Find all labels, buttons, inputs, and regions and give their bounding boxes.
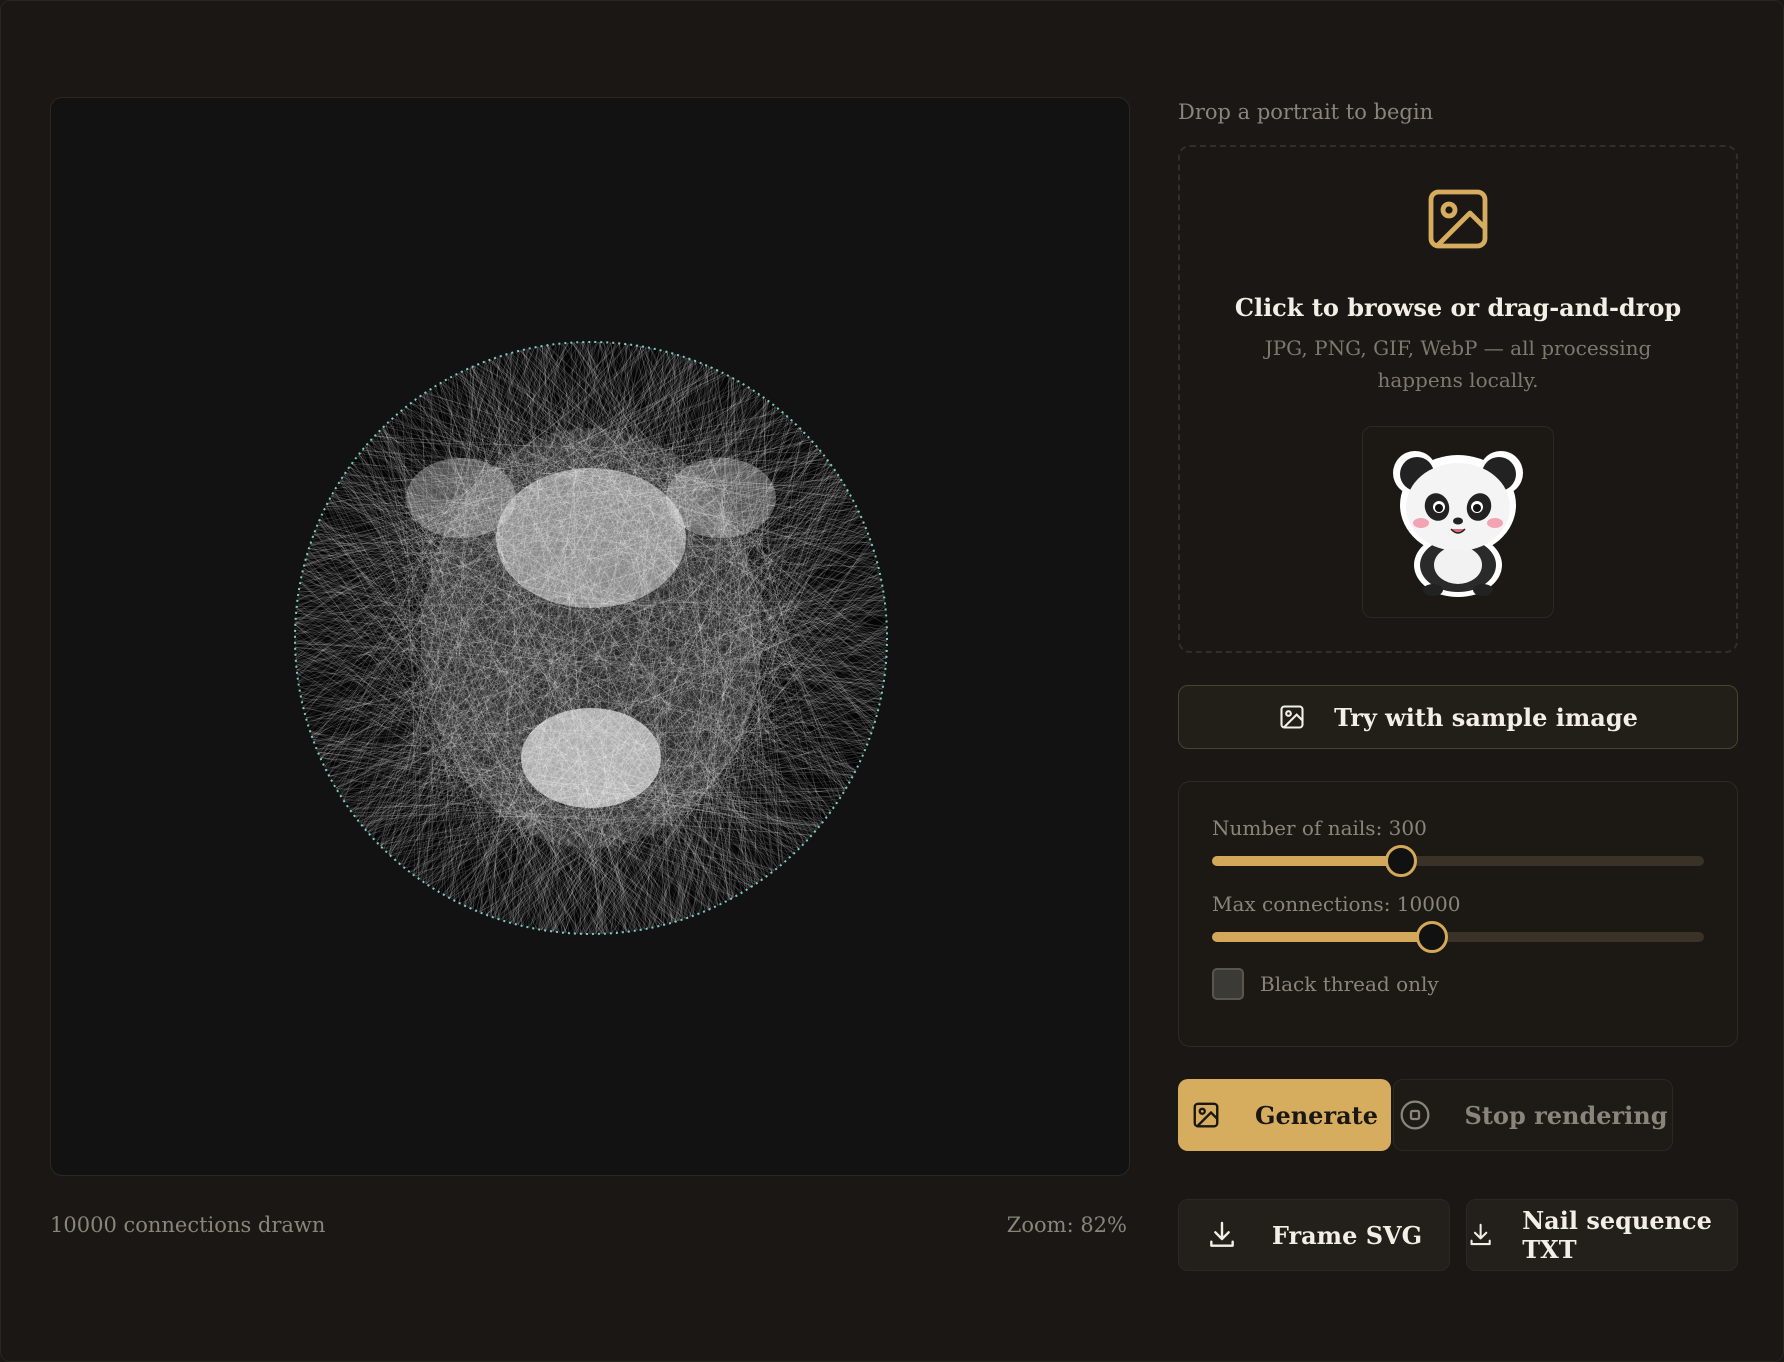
nails-slider-handle[interactable] — [1384, 845, 1417, 877]
try-sample-label: Try with sample image — [1334, 702, 1638, 732]
try-sample-button[interactable]: Try with sample image — [1178, 685, 1738, 749]
black-thread-label: Black thread only — [1260, 972, 1439, 996]
upload-dropzone[interactable]: Click to browse or drag-and-drop JPG, PN… — [1178, 145, 1738, 653]
download-icon — [1470, 1223, 1491, 1246]
zoom-status: Zoom: 82% — [1006, 1213, 1127, 1237]
settings-card: Number of nails: 300 Max connections: 10… — [1178, 781, 1738, 1047]
download-icon — [1209, 1221, 1234, 1247]
stop-rendering-button[interactable]: Stop rendering — [1393, 1079, 1673, 1151]
download-txt-button[interactable]: Nail sequence TXT — [1466, 1199, 1738, 1271]
generate-label: Generate — [1254, 1100, 1379, 1130]
string-art-canvas[interactable] — [50, 97, 1130, 1176]
download-row: Frame SVG Nail sequence TXT — [1178, 1199, 1738, 1271]
nails-label: Number of nails: 300 — [1212, 816, 1427, 840]
nails-slider[interactable] — [1212, 842, 1704, 878]
connections-label: Max connections: 10000 — [1212, 892, 1461, 916]
download-svg-button[interactable]: Frame SVG — [1178, 1199, 1450, 1271]
panda-thumbnail-image — [1393, 451, 1523, 597]
stop-rendering-label: Stop rendering — [1464, 1100, 1668, 1130]
dropzone-title: Click to browse or drag-and-drop — [1234, 293, 1682, 322]
nails-slider-fill — [1212, 856, 1401, 866]
connections-slider[interactable] — [1212, 918, 1704, 954]
generate-button[interactable]: Generate — [1178, 1079, 1391, 1151]
image-icon — [1428, 189, 1488, 249]
control-panel: Drop a portrait to begin Click to browse… — [1178, 97, 1738, 1271]
app-window: 10000 connections drawn Zoom: 82% Drop a… — [0, 0, 1784, 1362]
image-icon — [1280, 705, 1304, 729]
black-thread-checkbox[interactable] — [1212, 968, 1244, 1000]
connections-slider-fill — [1212, 932, 1432, 942]
action-row: Generate Stop rendering — [1178, 1079, 1738, 1151]
download-txt-label: Nail sequence TXT — [1522, 1206, 1712, 1264]
download-svg-label: Frame SVG — [1271, 1220, 1423, 1250]
connections-slider-handle[interactable] — [1415, 921, 1448, 953]
stop-circle-icon — [1400, 1100, 1429, 1130]
image-icon — [1193, 1102, 1219, 1128]
sample-thumbnail[interactable] — [1362, 426, 1554, 618]
dropzone-subtitle: JPG, PNG, GIF, WebP — all processing hap… — [1264, 336, 1652, 392]
connections-status: 10000 connections drawn — [50, 1213, 326, 1237]
string-art-drawing — [294, 341, 888, 935]
drop-heading: Drop a portrait to begin — [1178, 100, 1434, 124]
black-thread-option[interactable]: Black thread only — [1212, 968, 1704, 1000]
